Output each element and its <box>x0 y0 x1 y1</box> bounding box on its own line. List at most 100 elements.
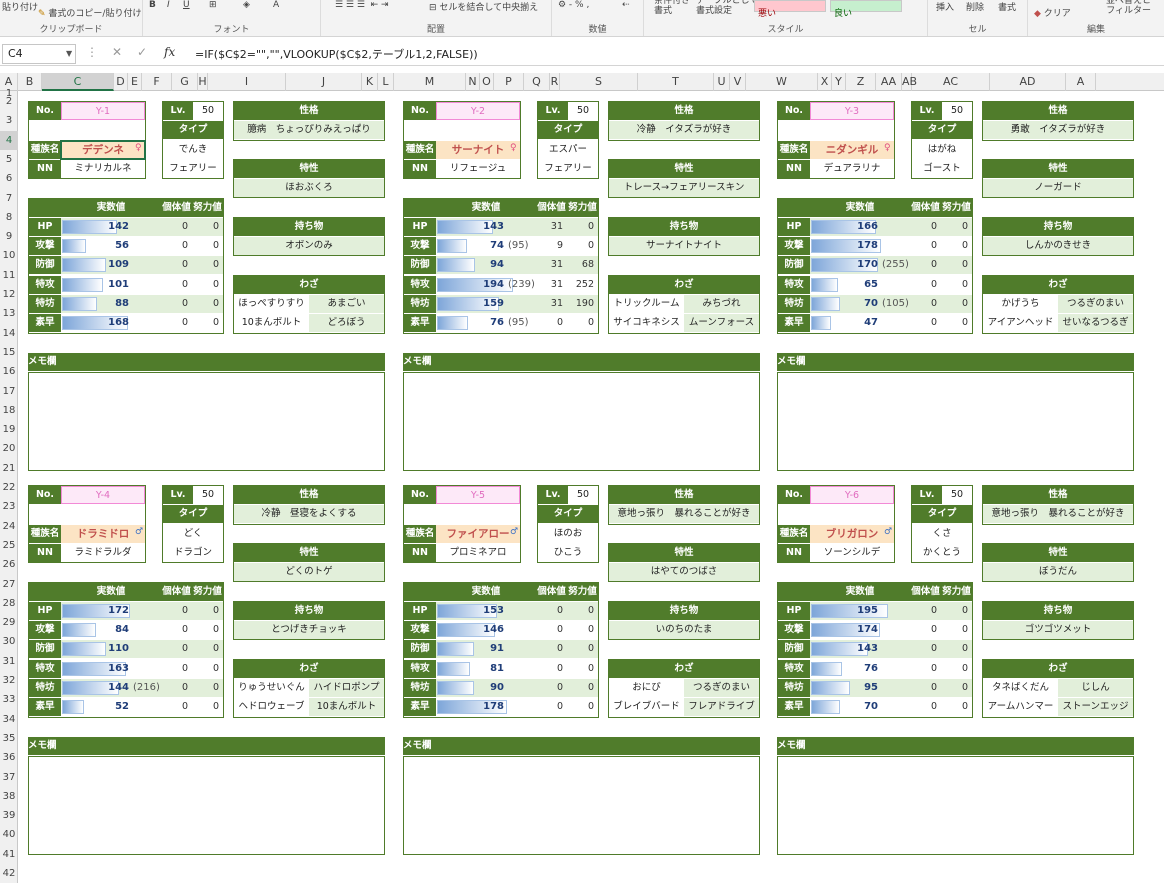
stat-iv[interactable]: 0 <box>910 698 941 717</box>
row-header-24[interactable]: 24 <box>0 517 18 536</box>
stat-ev[interactable]: 0 <box>941 601 972 620</box>
stat-ev[interactable]: 0 <box>192 314 223 333</box>
row-header-17[interactable]: 17 <box>0 382 18 401</box>
stat-value[interactable]: 65 <box>810 276 878 293</box>
species-name[interactable]: ドラミドロ <box>61 524 145 543</box>
no-value[interactable]: Y-6 <box>810 486 894 504</box>
stat-value[interactable]: 142 <box>61 218 129 235</box>
stat-value[interactable]: 178 <box>436 698 504 715</box>
stat-value[interactable]: 178 <box>810 237 878 254</box>
stat-iv[interactable]: 0 <box>536 314 567 333</box>
row-header-38[interactable]: 38 <box>0 787 18 806</box>
level-value[interactable]: 50 <box>942 102 972 120</box>
percent-button[interactable]: ⚙ - % , <box>558 0 589 10</box>
item-value[interactable]: とつげきチョッキ <box>234 621 384 640</box>
nature-value[interactable]: 冷静 昼寝をよくする <box>234 505 384 524</box>
stat-value[interactable]: 95 <box>810 679 878 696</box>
column-header-n[interactable]: N <box>466 73 480 91</box>
row-header-36[interactable]: 36 <box>0 748 18 767</box>
stat-ev[interactable]: 0 <box>941 679 972 697</box>
stat-value[interactable]: 70 <box>810 698 878 715</box>
stat-value[interactable]: 174 <box>810 621 878 638</box>
stat-ev[interactable]: 0 <box>941 640 972 659</box>
item-value[interactable]: しんかのきせき <box>983 237 1133 256</box>
stat-value[interactable]: 170 <box>810 256 878 273</box>
bold-button[interactable]: B <box>149 0 156 10</box>
move-1[interactable]: ほっぺすりすり <box>234 295 309 313</box>
nickname[interactable]: ソーンシルデ <box>810 543 894 562</box>
type-2[interactable]: かくとう <box>912 543 972 562</box>
ability-value[interactable]: ほおぶくろ <box>234 179 384 198</box>
stat-ev[interactable]: 0 <box>567 601 598 620</box>
type-1[interactable]: くさ <box>912 524 972 543</box>
memo-area[interactable] <box>403 756 760 855</box>
stat-value[interactable]: 153 <box>436 602 504 619</box>
row-header-37[interactable]: 37 <box>0 768 18 787</box>
column-header-z[interactable]: Z <box>846 73 876 91</box>
row-header-5[interactable]: 5 <box>0 150 18 169</box>
table-format-button[interactable]: テーブルとして 書式設定 <box>696 0 758 16</box>
stat-iv[interactable]: 0 <box>910 679 941 697</box>
column-header-u[interactable]: U <box>714 73 730 91</box>
ability-value[interactable]: トレース→フェアリースキン <box>609 179 759 198</box>
move-4[interactable]: フレアドライブ <box>684 698 759 717</box>
column-header-k[interactable]: K <box>362 73 378 91</box>
underline-button[interactable]: U <box>183 0 190 10</box>
row-header-42[interactable]: 42 <box>0 864 18 883</box>
stat-value[interactable]: 144 <box>61 679 129 696</box>
type-1[interactable]: どく <box>163 524 223 543</box>
column-header-w[interactable]: W <box>746 73 818 91</box>
row-header-33[interactable]: 33 <box>0 690 18 709</box>
species-name[interactable]: ファイアロー <box>436 524 520 543</box>
nature-value[interactable]: 意地っ張り 暴れることが好き <box>609 505 759 524</box>
column-header-g[interactable]: G <box>172 73 198 91</box>
stat-value[interactable]: 143 <box>810 640 878 657</box>
stat-iv[interactable]: 0 <box>161 640 192 659</box>
function-icon[interactable]: fx <box>164 45 175 59</box>
stat-ev[interactable]: 0 <box>567 640 598 659</box>
stat-ev[interactable]: 190 <box>567 295 598 313</box>
move-1[interactable]: かげうち <box>983 295 1058 313</box>
column-header-q[interactable]: Q <box>524 73 550 91</box>
stat-value[interactable]: 76 <box>810 660 878 677</box>
stat-iv[interactable]: 0 <box>161 601 192 620</box>
stat-ev[interactable]: 252 <box>567 275 598 294</box>
stat-iv[interactable]: 0 <box>161 679 192 697</box>
row-header-8[interactable]: 8 <box>0 208 18 227</box>
stat-value[interactable]: 76 <box>436 314 504 331</box>
column-header-y[interactable]: Y <box>832 73 846 91</box>
column-header-ad[interactable]: AD <box>990 73 1066 91</box>
stat-iv[interactable]: 0 <box>910 256 941 275</box>
ability-value[interactable]: ノーガード <box>983 179 1133 198</box>
style-good[interactable]: 良い <box>830 0 902 19</box>
stat-iv[interactable]: 0 <box>536 621 567 640</box>
move-2[interactable]: じしん <box>1058 679 1133 697</box>
move-4[interactable]: 10まんボルト <box>309 698 384 717</box>
row-header-21[interactable]: 21 <box>0 459 18 478</box>
row-header-12[interactable]: 12 <box>0 285 18 304</box>
name-box[interactable]: C4 <box>2 44 76 64</box>
row-header-40[interactable]: 40 <box>0 825 18 844</box>
stat-iv[interactable]: 9 <box>536 237 567 256</box>
row-header-13[interactable]: 13 <box>0 304 18 323</box>
type-1[interactable]: ほのお <box>538 524 598 543</box>
stat-iv[interactable]: 0 <box>536 659 567 678</box>
type-1[interactable]: でんき <box>163 140 223 159</box>
level-value[interactable]: 50 <box>193 102 223 120</box>
stat-value[interactable]: 91 <box>436 640 504 657</box>
move-4[interactable]: ムーンフォース <box>684 314 759 333</box>
stat-ev[interactable]: 0 <box>941 314 972 333</box>
row-header-20[interactable]: 20 <box>0 439 18 458</box>
type-1[interactable]: エスパー <box>538 140 598 159</box>
type-2[interactable]: ドラゴン <box>163 543 223 562</box>
stat-ev[interactable]: 0 <box>567 217 598 236</box>
type-2[interactable]: フェアリー <box>538 159 598 178</box>
column-header-v[interactable]: V <box>730 73 746 91</box>
stat-value[interactable]: 146 <box>436 621 504 638</box>
ability-value[interactable]: はやてのつばさ <box>609 563 759 582</box>
insert-button[interactable]: 挿入 <box>936 0 954 13</box>
memo-area[interactable] <box>28 756 385 855</box>
row-header-41[interactable]: 41 <box>0 845 18 864</box>
stat-value[interactable]: 84 <box>61 621 129 638</box>
row-header-29[interactable]: 29 <box>0 613 18 632</box>
